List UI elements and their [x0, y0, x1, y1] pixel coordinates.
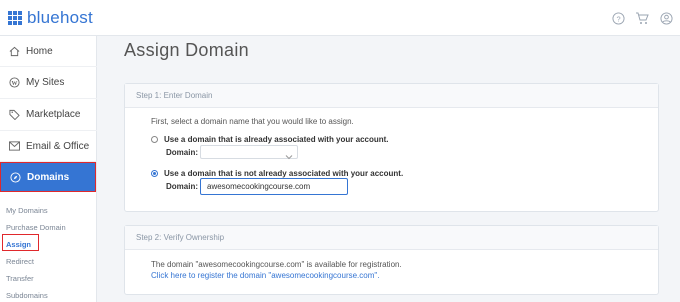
top-bar: bluehost ?: [0, 0, 680, 36]
subnav-subdomains[interactable]: Subdomains: [6, 291, 48, 300]
step1-header: Step 1: Enter Domain: [125, 84, 658, 108]
sidebar-item-label: Domains: [27, 171, 70, 183]
account-icon[interactable]: [658, 10, 674, 26]
option-new-domain[interactable]: Use a domain that is not already associa…: [151, 169, 403, 178]
svg-text:W: W: [11, 81, 17, 87]
sidebar-item-my-sites[interactable]: W My Sites: [0, 67, 97, 99]
step1-intro: First, select a domain name that you wou…: [151, 117, 354, 126]
brand-name: bluehost: [27, 8, 93, 27]
home-icon: [8, 45, 20, 57]
sidebar-item-label: Marketplace: [26, 109, 81, 120]
bluehost-logo[interactable]: bluehost: [8, 8, 93, 28]
radio-existing-domain[interactable]: [151, 136, 158, 143]
existing-domain-select[interactable]: [200, 145, 298, 160]
envelope-icon: [8, 140, 20, 152]
top-icons: ?: [610, 10, 674, 26]
subnav-redirect[interactable]: Redirect: [6, 257, 34, 266]
sidebar-item-home[interactable]: Home: [0, 36, 97, 67]
subnav-purchase-domain[interactable]: Purchase Domain: [6, 223, 66, 232]
help-icon[interactable]: ?: [610, 10, 626, 26]
step2-card: Step 2: Verify Ownership The domain "awe…: [124, 225, 659, 295]
subnav-my-domains[interactable]: My Domains: [6, 206, 48, 215]
new-domain-label: Domain:: [166, 182, 198, 191]
assign-highlight-box: [2, 234, 39, 251]
step2-header: Step 2: Verify Ownership: [125, 226, 658, 250]
option-existing-label: Use a domain that is already associated …: [164, 135, 389, 144]
option-existing-domain[interactable]: Use a domain that is already associated …: [151, 135, 389, 144]
sidebar-item-label: Home: [26, 45, 53, 57]
wordpress-icon: W: [8, 77, 20, 89]
sidebar-item-label: Email & Office: [26, 140, 90, 152]
subnav-transfer[interactable]: Transfer: [6, 274, 34, 283]
step1-card: Step 1: Enter Domain First, select a dom…: [124, 83, 659, 212]
existing-domain-label: Domain:: [166, 148, 198, 157]
compass-icon: [9, 171, 21, 183]
sidebar-item-marketplace[interactable]: Marketplace: [0, 99, 97, 131]
register-domain-link[interactable]: Click here to register the domain "aweso…: [151, 271, 379, 280]
svg-text:?: ?: [616, 14, 620, 23]
cart-icon[interactable]: [634, 10, 650, 26]
domain-input[interactable]: awesomecookingcourse.com: [200, 178, 348, 195]
logo-grid-icon: [8, 11, 22, 25]
page-title: Assign Domain: [124, 40, 249, 60]
chevron-down-icon: [285, 148, 293, 160]
sidebar-item-domains[interactable]: Domains: [0, 162, 96, 192]
tag-icon: [8, 109, 20, 121]
radio-new-domain[interactable]: [151, 170, 158, 177]
sidebar-item-label: My Sites: [26, 77, 65, 88]
sidebar: Home W My Sites Marketplace Email & Offi…: [0, 36, 97, 302]
sidebar-item-email-office[interactable]: Email & Office: [0, 131, 97, 162]
availability-message: The domain "awesomecookingcourse.com" is…: [151, 260, 402, 269]
option-new-label: Use a domain that is not already associa…: [164, 169, 404, 178]
